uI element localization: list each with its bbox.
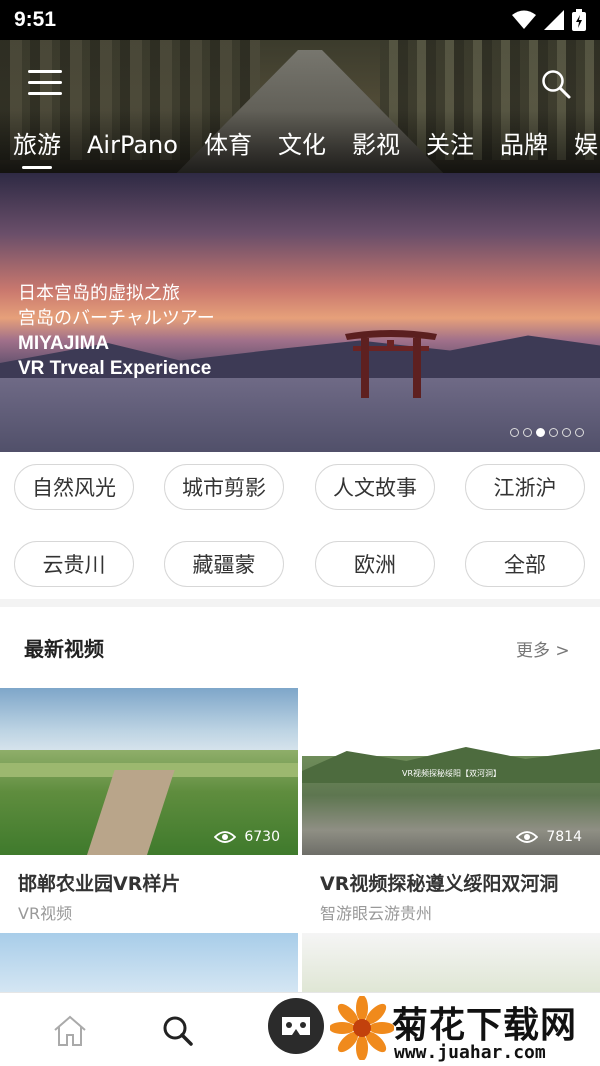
banner-water <box>0 378 600 452</box>
section-title-latest: 最新视频 <box>24 637 104 661</box>
banner-line-1: 日本宫岛的虚拟之旅 <box>18 283 180 304</box>
banner-dot[interactable] <box>510 428 519 437</box>
tab-entertainment[interactable]: 娱 <box>561 128 600 173</box>
video-card[interactable]: VR视频探秘绥阳【双河洞】 7814 VR视频探秘遵义绥阳双河洞 智游眼云游贵州 <box>302 688 600 924</box>
watermark-url: www.juahar.com <box>394 1042 546 1063</box>
banner-line-3: MIYAJIMA <box>18 333 110 354</box>
banner-dot[interactable] <box>562 428 571 437</box>
banner-dot[interactable] <box>549 428 558 437</box>
video-thumbnail[interactable]: 6730 <box>0 688 298 855</box>
vr-mode-button[interactable] <box>268 998 324 1054</box>
video-thumbnail[interactable]: VR视频探秘绥阳【双河洞】 7814 <box>302 688 600 855</box>
view-count: 7814 <box>516 829 582 845</box>
banner-pagination <box>510 428 584 437</box>
section-divider <box>0 599 600 607</box>
battery-icon <box>572 9 586 31</box>
banner-caption: 日本宫岛的虚拟之旅 宫岛のバーチャルツアー MIYAJIMA VR Trveal… <box>18 281 215 381</box>
wifi-icon <box>512 10 536 29</box>
video-source: VR视频 <box>18 904 73 923</box>
chip-europe[interactable]: 欧洲 <box>315 541 435 587</box>
chip-yunguichuan[interactable]: 云贵川 <box>14 541 134 587</box>
watermark-title: 菊花下载网 <box>392 1005 578 1046</box>
chip-jiangzhehu[interactable]: 江浙沪 <box>465 464 585 510</box>
chip-all[interactable]: 全部 <box>465 541 585 587</box>
chrysanthemum-logo <box>330 996 394 1060</box>
vr-headset-icon <box>282 1017 310 1035</box>
category-tabs: 旅游 AirPano 体育 文化 影视 关注 品牌 娱 <box>0 128 600 173</box>
chip-natural-scenery[interactable]: 自然风光 <box>14 464 134 510</box>
chip-city-silhouette[interactable]: 城市剪影 <box>164 464 284 510</box>
search-icon[interactable] <box>540 68 572 100</box>
eye-icon <box>214 831 237 843</box>
nav-home[interactable] <box>50 1011 90 1051</box>
watermark: 菊花下载网 www.juahar.com <box>330 994 600 1066</box>
header: 旅游 AirPano 体育 文化 影视 关注 品牌 娱 <box>0 40 600 173</box>
banner-dot[interactable] <box>575 428 584 437</box>
tab-following[interactable]: 关注 <box>413 128 487 173</box>
eye-icon <box>516 831 539 843</box>
tab-film[interactable]: 影视 <box>339 128 413 173</box>
chip-humanities[interactable]: 人文故事 <box>315 464 435 510</box>
tab-brand[interactable]: 品牌 <box>487 128 561 173</box>
signal-icon <box>544 10 564 30</box>
more-link[interactable]: 更多 > <box>516 636 570 661</box>
video-title[interactable]: VR视频探秘遵义绥阳双河洞 <box>302 869 600 896</box>
status-time: 9:51 <box>14 8 57 31</box>
video-title[interactable]: 邯郸农业园VR样片 <box>0 869 298 896</box>
search-icon <box>163 1016 193 1046</box>
banner-line-4: VR Trveal Experience <box>18 358 212 379</box>
tab-airpano[interactable]: AirPano <box>74 128 191 173</box>
view-count-value: 7814 <box>546 829 582 845</box>
status-icons <box>512 9 586 31</box>
banner-dot-active[interactable] <box>536 428 545 437</box>
menu-button[interactable] <box>28 70 62 98</box>
video-thumbnail-partial[interactable] <box>302 933 600 993</box>
video-card[interactable]: 6730 邯郸农业园VR样片 VR视频 <box>0 688 298 924</box>
hero-banner[interactable]: 日本宫岛的虚拟之旅 宫岛のバーチャルツアー MIYAJIMA VR Trveal… <box>0 173 600 452</box>
home-icon <box>54 1015 86 1046</box>
video-thumbnail-partial[interactable] <box>0 933 298 993</box>
banner-line-2: 宫岛のバーチャルツアー <box>18 308 215 329</box>
menu-icon <box>28 70 62 73</box>
banner-dot[interactable] <box>523 428 532 437</box>
tab-travel[interactable]: 旅游 <box>0 128 74 173</box>
view-count: 6730 <box>214 829 280 845</box>
chip-zangjiangmeng[interactable]: 藏疆蒙 <box>164 541 284 587</box>
thumbnail-caption: VR视频探秘绥阳【双河洞】 <box>402 769 502 778</box>
view-count-value: 6730 <box>244 829 280 845</box>
tab-sports[interactable]: 体育 <box>191 128 265 173</box>
video-source: 智游眼云游贵州 <box>320 904 433 923</box>
nav-discover[interactable] <box>158 1011 198 1051</box>
status-bar: 9:51 <box>0 0 600 40</box>
tab-culture[interactable]: 文化 <box>265 128 339 173</box>
torii-gate-image <box>345 330 437 398</box>
